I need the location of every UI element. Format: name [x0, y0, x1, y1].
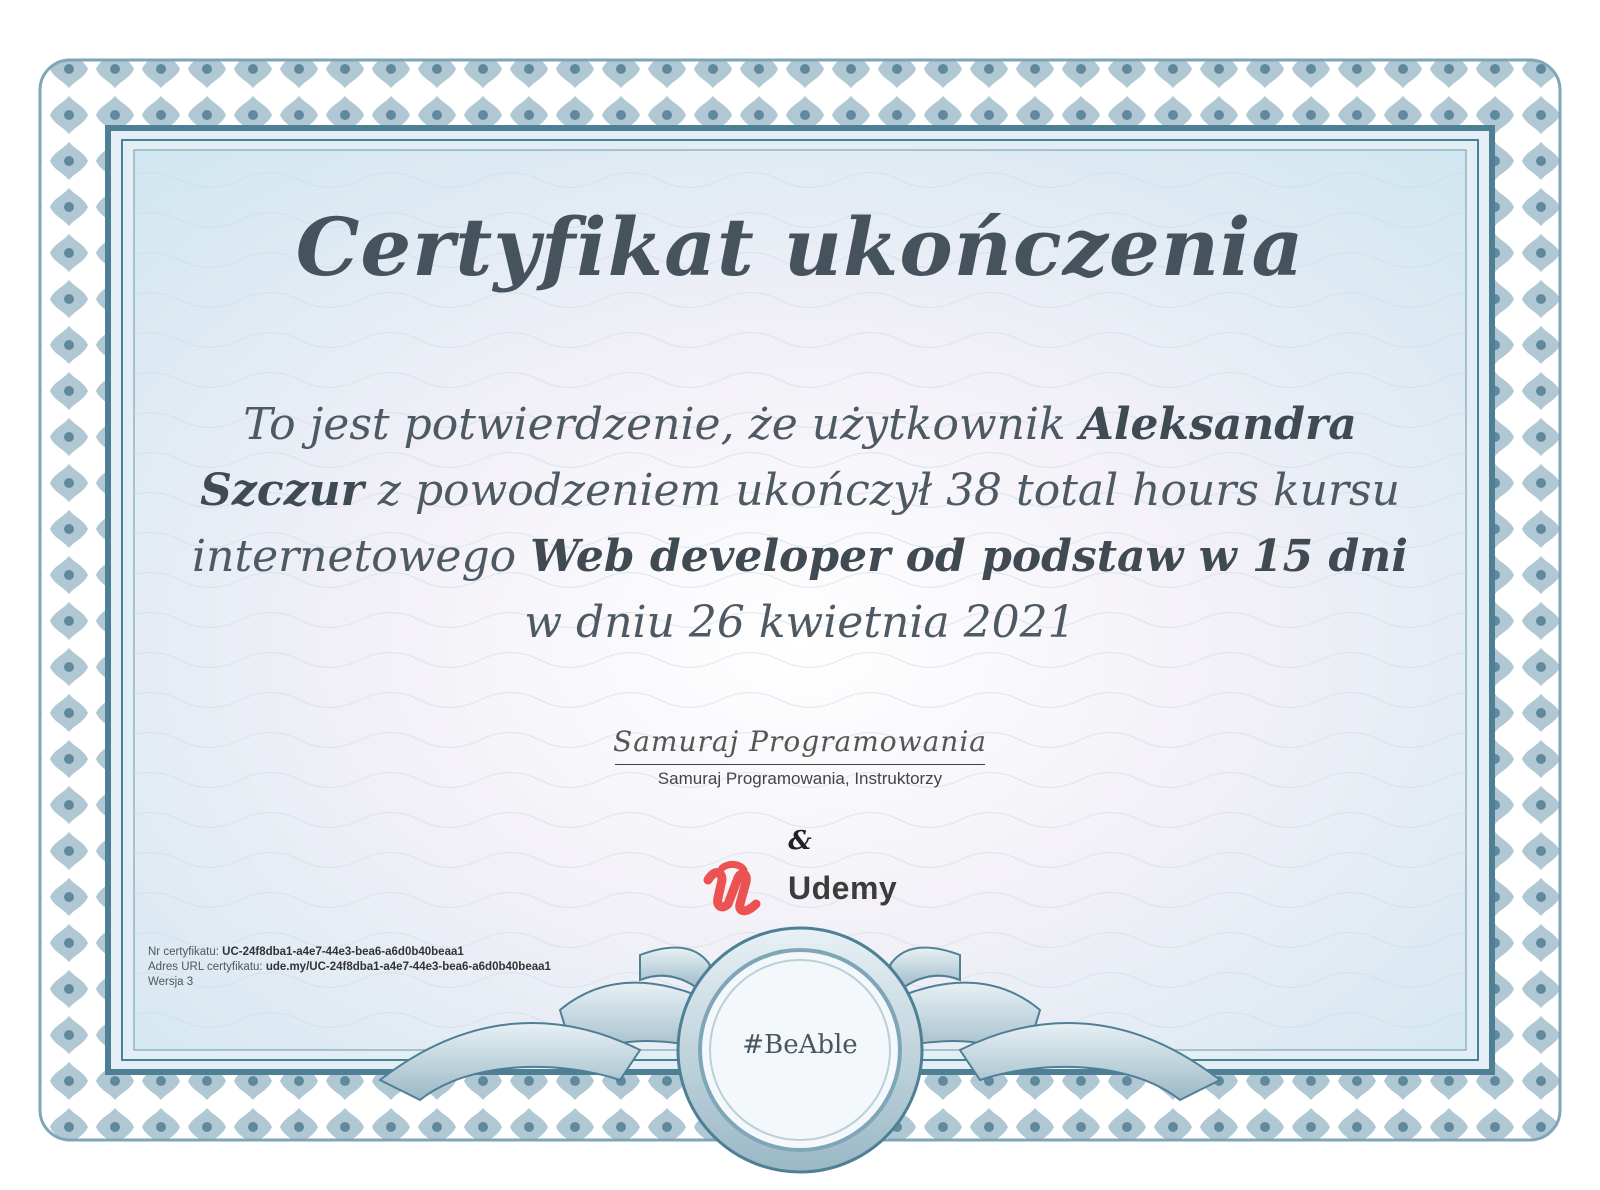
certificate-statement: To jest potwierdzenie, że użytkownik Ale… [175, 392, 1425, 656]
certificate-info: Nr certyfikatu: UC-24f8dba1-a4e7-44e3-be… [148, 945, 551, 990]
certificate-page: Certyfikat ukończenia To jest potwierdze… [0, 0, 1600, 1190]
signature-line [615, 764, 985, 765]
certificate-version: Wersja 3 [148, 976, 194, 988]
course-name: Web developer od podstaw w 15 dni [530, 531, 1408, 582]
udemy-wordmark: Udemy [788, 870, 898, 906]
certificate-number-label: Nr certyfikatu: [148, 946, 223, 958]
statement-suffix: w dniu 26 kwietnia 2021 [524, 597, 1076, 648]
ampersand: & [788, 826, 812, 856]
udemy-logo: Udemy [700, 860, 910, 920]
statement-prefix: To jest potwierdzenie, że użytkownik [243, 399, 1080, 450]
certificate-number-row: Nr certyfikatu: UC-24f8dba1-a4e7-44e3-be… [148, 945, 551, 960]
certificate-url-label: Adres URL certyfikatu: [148, 961, 266, 973]
signature-block: Samuraj Programowania Samuraj Programowa… [600, 722, 1000, 789]
certificate-url[interactable]: ude.my/UC-24f8dba1-a4e7-44e3-bea6-a6d0b4… [266, 961, 551, 973]
badge-hashtag: #BeAble [742, 1030, 858, 1060]
signature: Samuraj Programowania [613, 725, 987, 758]
certificate-url-row: Adres URL certyfikatu: ude.my/UC-24f8dba… [148, 960, 551, 975]
signature-caption: Samuraj Programowania, Instruktorzy [657, 769, 943, 788]
udemy-u-icon [703, 860, 761, 916]
certificate-number: UC-24f8dba1-a4e7-44e3-bea6-a6d0b40beaa1 [222, 946, 464, 958]
certificate-title: Certyfikat ukończenia [295, 200, 1305, 294]
